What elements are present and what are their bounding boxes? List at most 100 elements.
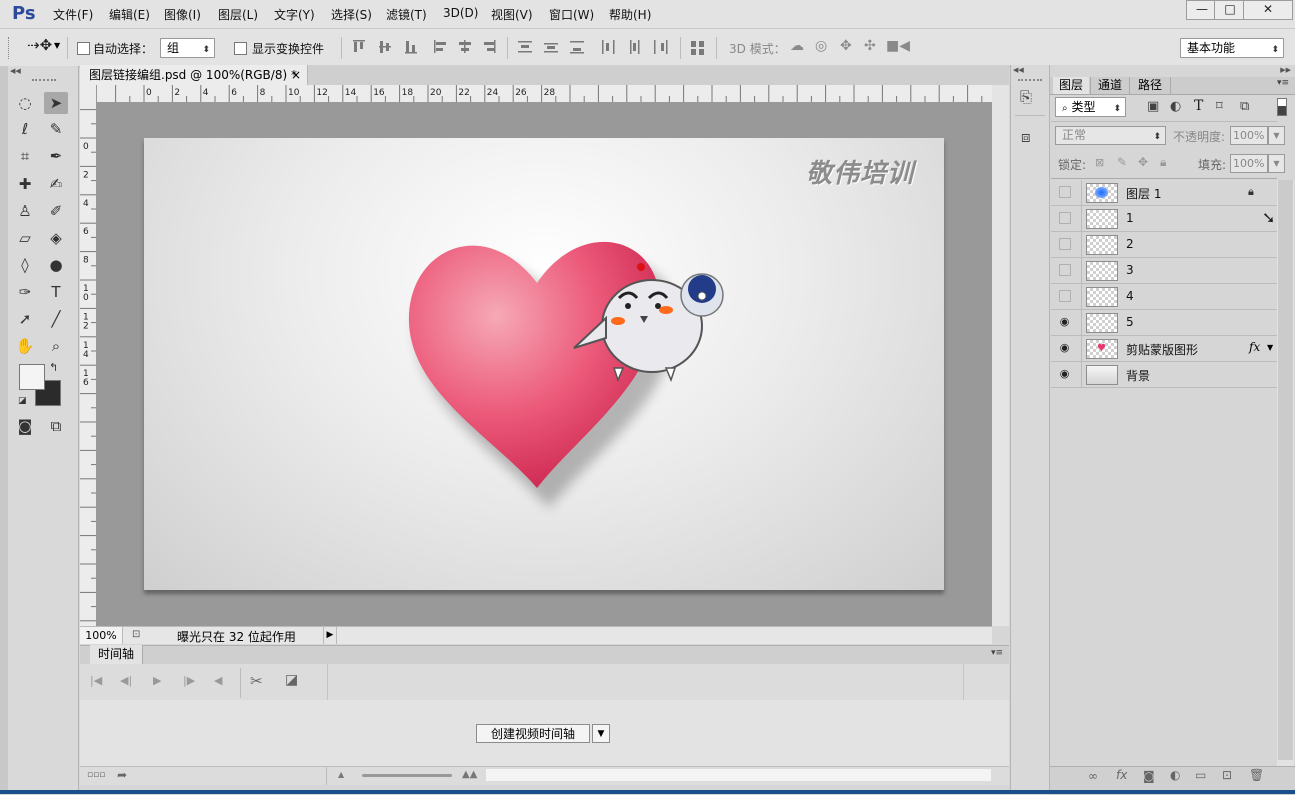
quick-selection-tool-icon[interactable]: ✎ bbox=[44, 118, 68, 140]
opacity-input[interactable]: 100% bbox=[1230, 126, 1268, 145]
3d-scale-icon[interactable]: ■◀ bbox=[886, 38, 910, 54]
chevron-down-icon[interactable]: ▼ bbox=[1268, 126, 1285, 145]
path-selection-tool-icon[interactable]: ➚ bbox=[13, 308, 37, 330]
3d-panel-icon[interactable]: ⧈ bbox=[1021, 128, 1031, 146]
3d-pan-icon[interactable]: ✥ bbox=[840, 38, 852, 54]
filter-type-icon[interactable]: T bbox=[1194, 98, 1203, 114]
menu-image[interactable]: 图像(I) bbox=[164, 6, 201, 23]
maximize-button[interactable]: □ bbox=[1214, 0, 1246, 20]
status-menu-arrow-icon[interactable]: ▶ bbox=[323, 627, 337, 644]
close-tab-icon[interactable]: × bbox=[291, 65, 301, 85]
layers-scrollbar-track[interactable] bbox=[1278, 180, 1293, 760]
menu-layer[interactable]: 图层(L) bbox=[218, 6, 258, 23]
tab-layers[interactable]: 图层 bbox=[1053, 77, 1089, 94]
tab-channels[interactable]: 通道 bbox=[1090, 77, 1129, 94]
layer-row[interactable]: ◉ 5 bbox=[1051, 310, 1277, 336]
transition-icon[interactable]: ◪ bbox=[285, 672, 298, 688]
lock-position-icon[interactable]: ✥ bbox=[1138, 155, 1148, 169]
layer-effects-icon[interactable]: fx bbox=[1249, 340, 1260, 354]
go-to-first-frame-icon[interactable]: |◀ bbox=[90, 674, 102, 687]
scissors-icon[interactable]: ✂ bbox=[250, 672, 263, 690]
blur-tool-icon[interactable]: ◊ bbox=[13, 254, 37, 276]
zoom-in-icon[interactable]: ▲▲ bbox=[462, 769, 477, 780]
close-button[interactable]: ✕ bbox=[1243, 0, 1293, 20]
chevron-down-icon[interactable]: ▼ bbox=[1267, 343, 1273, 352]
chevron-down-icon[interactable]: ▼ bbox=[592, 724, 610, 743]
zoom-tool-icon[interactable]: ⌕ bbox=[44, 335, 68, 357]
options-bar-grip[interactable] bbox=[8, 37, 11, 59]
next-frame-icon[interactable]: |▶ bbox=[183, 674, 195, 687]
audio-icon[interactable]: ◀ bbox=[214, 674, 222, 687]
eyedropper-tool-icon[interactable]: ✒ bbox=[44, 145, 68, 167]
dodge-tool-icon[interactable]: ● bbox=[44, 254, 68, 276]
eye-icon[interactable]: ◉ bbox=[1059, 368, 1070, 379]
play-icon[interactable]: ▶ bbox=[153, 674, 161, 687]
new-group-icon[interactable]: ▭ bbox=[1195, 768, 1206, 782]
marquee-tool-icon[interactable]: ◌ bbox=[13, 92, 37, 114]
blend-mode-dropdown[interactable]: 正常 ⬍ bbox=[1055, 126, 1166, 145]
filter-shape-icon[interactable]: ⌑ bbox=[1216, 99, 1223, 114]
line-tool-icon[interactable]: ╱ bbox=[44, 308, 68, 330]
menu-view[interactable]: 视图(V) bbox=[491, 6, 533, 23]
move-tool-preset-icon[interactable]: ⇢✥ bbox=[27, 36, 52, 54]
history-panel-icon[interactable]: ⎘ bbox=[1020, 88, 1032, 106]
render-video-icon[interactable]: ➦ bbox=[117, 768, 127, 782]
chevron-down-icon[interactable]: ▼ bbox=[54, 41, 60, 50]
previous-frame-icon[interactable]: ◀| bbox=[120, 674, 132, 687]
show-transform-checkbox[interactable] bbox=[234, 42, 247, 55]
collapse-icon[interactable]: ▶▶ bbox=[1280, 66, 1291, 74]
panel-grip[interactable] bbox=[1018, 79, 1042, 81]
3d-slide-icon[interactable]: ✣ bbox=[864, 38, 876, 54]
auto-align-icon[interactable] bbox=[689, 39, 707, 57]
timeline-horizontal-scrollbar[interactable] bbox=[486, 769, 991, 781]
3d-orbit-icon[interactable]: ☁ bbox=[790, 38, 804, 54]
tab-paths[interactable]: 路径 bbox=[1129, 77, 1171, 94]
create-video-timeline-button[interactable]: 创建视频时间轴 bbox=[476, 724, 590, 743]
expand-icon[interactable]: ◀◀ bbox=[1013, 66, 1024, 74]
panel-grip[interactable] bbox=[32, 79, 56, 81]
visibility-toggle[interactable] bbox=[1059, 186, 1071, 198]
menu-3d[interactable]: 3D(D) bbox=[443, 6, 478, 20]
menu-window[interactable]: 窗口(W) bbox=[549, 6, 594, 23]
frame-mode-icon[interactable]: ▫▫▫ bbox=[87, 770, 105, 780]
vertical-scrollbar[interactable] bbox=[992, 85, 1009, 626]
foreground-color-swatch-front[interactable] bbox=[19, 364, 45, 390]
layer-row[interactable]: 1 bbox=[1051, 206, 1277, 232]
eye-icon[interactable]: ◉ bbox=[1059, 342, 1070, 353]
fill-input[interactable]: 100% bbox=[1230, 154, 1268, 173]
menu-help[interactable]: 帮助(H) bbox=[609, 6, 651, 23]
visibility-toggle[interactable] bbox=[1059, 290, 1071, 302]
lock-transparent-icon[interactable]: ⊠ bbox=[1095, 156, 1104, 169]
menu-edit[interactable]: 编辑(E) bbox=[109, 6, 150, 23]
auto-select-checkbox[interactable] bbox=[77, 42, 90, 55]
new-layer-icon[interactable]: ⊡ bbox=[1222, 768, 1232, 782]
visibility-toggle[interactable] bbox=[1059, 238, 1071, 250]
auto-select-dropdown[interactable]: 组 ⬍ bbox=[160, 38, 215, 58]
3d-roll-icon[interactable]: ◎ bbox=[815, 38, 827, 54]
hand-tool-icon[interactable]: ✋ bbox=[13, 335, 37, 357]
collapse-icon[interactable]: ◀◀ bbox=[10, 67, 21, 75]
layer-row[interactable]: ◉ 背景 bbox=[1051, 362, 1277, 388]
swap-colors-icon[interactable]: ↰ bbox=[49, 361, 58, 374]
ruler-origin[interactable] bbox=[80, 85, 97, 103]
screen-mode-icon[interactable]: ⧉ bbox=[44, 415, 68, 437]
healing-brush-tool-icon[interactable]: ✚ bbox=[13, 173, 37, 195]
menu-filter[interactable]: 滤镜(T) bbox=[386, 6, 427, 23]
type-tool-icon[interactable]: T bbox=[44, 281, 68, 303]
timeline-tab[interactable]: 时间轴 bbox=[90, 645, 143, 664]
clone-stamp-tool-icon[interactable]: ♙ bbox=[13, 200, 37, 222]
panel-menu-icon[interactable]: ▾≡ bbox=[991, 648, 1003, 658]
filter-pixel-icon[interactable]: ▣ bbox=[1147, 99, 1159, 114]
lasso-tool-icon[interactable]: ℓ bbox=[13, 118, 37, 140]
visibility-toggle[interactable] bbox=[1059, 264, 1071, 276]
workspace-dropdown[interactable]: 基本功能 ⬍ bbox=[1180, 38, 1284, 58]
layer-row[interactable]: 图层 1 🔒︎ bbox=[1051, 180, 1277, 206]
layer-row[interactable]: 3 bbox=[1051, 258, 1277, 284]
delete-layer-icon[interactable]: 🗑︎ bbox=[1249, 768, 1264, 782]
menu-file[interactable]: 文件(F) bbox=[53, 6, 93, 23]
layer-row[interactable]: ◉ ♥ 剪贴蒙版图形 fx ▼ bbox=[1051, 336, 1277, 362]
eye-icon[interactable]: ◉ bbox=[1059, 316, 1070, 327]
lock-all-icon[interactable]: 🔒︎ bbox=[1160, 155, 1166, 170]
visibility-toggle[interactable] bbox=[1059, 212, 1071, 224]
pen-tool-icon[interactable]: ✑ bbox=[13, 281, 37, 303]
